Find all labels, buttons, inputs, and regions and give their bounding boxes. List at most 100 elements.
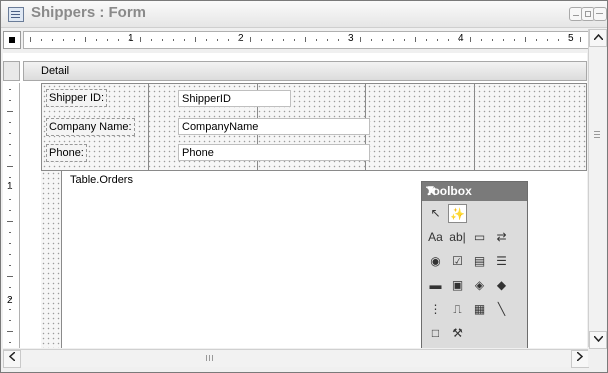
vertical-scrollbar[interactable] <box>588 29 607 349</box>
list-box-icon[interactable]: ☰ <box>492 252 511 271</box>
select-objects-icon[interactable]: ↖ <box>426 204 445 223</box>
toolbox-title-bar[interactable]: Toolbox ▼ ✕ <box>422 182 527 201</box>
ruler-tick <box>63 39 64 41</box>
ruler-tick <box>492 39 493 41</box>
ruler-tick <box>173 39 174 41</box>
ruler-tick <box>195 37 196 42</box>
grid-line <box>148 83 149 171</box>
subform-icon[interactable]: ▦ <box>470 300 489 319</box>
vertical-scroll-grip[interactable] <box>592 129 602 141</box>
ruler-tick <box>7 111 13 112</box>
ruler-tick <box>9 342 11 343</box>
form-design-window: Shippers : Form 1 2 3 4 5 Detail 1 2 Shi… <box>0 0 608 373</box>
ruler-number: 2 <box>7 295 13 306</box>
scroll-left-button[interactable] <box>3 350 21 368</box>
text-box-icon[interactable]: ab| <box>448 228 467 247</box>
control-wizards-icon[interactable]: ✨ <box>448 204 467 223</box>
more-controls-icon[interactable]: ⚒ <box>448 324 467 343</box>
design-canvas: Detail 1 2 Shipper ID: ShipperID Company… <box>3 53 587 348</box>
ruler-tick <box>327 39 328 41</box>
page-break-icon[interactable]: ⋮ <box>426 300 445 319</box>
ruler-tick <box>9 100 11 101</box>
ruler-tick <box>426 39 427 41</box>
toolbox[interactable]: Toolbox ▼ ✕ ↖ ✨ Aa ab| ▭ ⇄ ◉ ☑ ▤ ☰ ▬ ▣ ◈ ◆ ⋮ ⎍ ▦ ╲ □ ⚒ <box>421 181 528 348</box>
ruler-tick <box>437 39 438 41</box>
option-button-icon[interactable]: ◉ <box>426 252 445 271</box>
ruler-tick <box>9 265 11 266</box>
bound-object-frame-icon[interactable]: ◆ <box>492 276 511 295</box>
form-icon <box>8 7 24 22</box>
ruler-tick <box>415 37 416 42</box>
combo-box-icon[interactable]: ▤ <box>470 252 489 271</box>
ruler-tick <box>261 39 262 41</box>
company-name-field[interactable]: CompanyName <box>178 118 370 135</box>
shipper-id-field[interactable]: ShipperID <box>178 90 291 107</box>
ruler-tick <box>580 37 581 42</box>
subform-label: Table.Orders <box>70 174 133 186</box>
horizontal-scrollbar[interactable] <box>3 349 589 368</box>
ruler-tick <box>7 331 13 332</box>
horizontal-ruler[interactable]: 1 2 3 4 5 <box>23 31 589 49</box>
ruler-tick <box>9 199 11 200</box>
ruler-tick <box>9 144 11 145</box>
tab-control-icon[interactable]: ⎍ <box>448 300 467 319</box>
phone-field[interactable]: Phone <box>178 144 370 161</box>
ruler-number: 1 <box>7 181 13 192</box>
section-selector[interactable] <box>3 61 20 81</box>
chevron-left-icon <box>8 351 16 362</box>
title-bar[interactable]: Shippers : Form <box>1 1 607 28</box>
size-grip[interactable] <box>588 349 606 367</box>
ruler-tick <box>7 221 13 222</box>
ruler-tick <box>30 37 31 42</box>
ruler-tick <box>360 37 361 42</box>
ruler-tick <box>7 276 13 277</box>
ruler-tick <box>9 298 11 299</box>
unbound-object-frame-icon[interactable]: ◈ <box>470 276 489 295</box>
command-button-icon[interactable]: ▬ <box>426 276 445 295</box>
ruler-tick <box>41 39 42 41</box>
ruler-tick <box>448 39 449 41</box>
ruler-tick <box>283 39 284 41</box>
label-icon[interactable]: Aa <box>426 228 445 247</box>
toolbox-close-icon[interactable]: ✕ <box>426 184 437 200</box>
vertical-ruler[interactable]: 1 2 <box>3 83 20 348</box>
ruler-tick <box>96 39 97 41</box>
ruler-tick <box>9 210 11 211</box>
ruler-tick <box>140 37 141 42</box>
ruler-tick <box>162 39 163 41</box>
close-button[interactable] <box>593 7 607 21</box>
ruler-tick <box>525 37 526 42</box>
ruler-tick <box>404 39 405 41</box>
ruler-tick <box>470 37 471 42</box>
ruler-tick <box>536 39 537 41</box>
scroll-down-button[interactable] <box>589 331 607 349</box>
ruler-tick <box>294 39 295 41</box>
image-icon[interactable]: ▣ <box>448 276 467 295</box>
shipper-id-label[interactable]: Shipper ID: <box>46 89 108 107</box>
section-label: Detail <box>41 65 70 77</box>
form-selector[interactable] <box>3 31 21 49</box>
ruler-tick <box>9 243 11 244</box>
ruler-tick <box>459 39 460 41</box>
company-name-label[interactable]: Company Name: <box>46 118 135 136</box>
ruler-tick <box>338 39 339 41</box>
scroll-up-button[interactable] <box>589 29 607 47</box>
line-icon[interactable]: ╲ <box>492 300 511 319</box>
chevron-right-icon <box>576 351 584 362</box>
subform-record-selector <box>41 171 62 348</box>
phone-label[interactable]: Phone: <box>46 144 87 162</box>
ruler-tick <box>85 37 86 42</box>
toggle-button-icon[interactable]: ⇄ <box>492 228 511 247</box>
detail-section-bar[interactable]: Detail <box>23 61 587 81</box>
ruler-tick <box>206 39 207 41</box>
ruler-tick <box>9 177 11 178</box>
grid-line <box>474 83 475 171</box>
ruler-tick <box>9 287 11 288</box>
check-box-icon[interactable]: ☑ <box>448 252 467 271</box>
chevron-up-icon <box>592 33 604 41</box>
scroll-right-button[interactable] <box>571 350 589 368</box>
horizontal-scroll-grip[interactable] <box>205 354 215 362</box>
rectangle-icon[interactable]: □ <box>426 324 445 343</box>
ruler-tick <box>9 188 11 189</box>
option-group-icon[interactable]: ▭ <box>470 228 489 247</box>
